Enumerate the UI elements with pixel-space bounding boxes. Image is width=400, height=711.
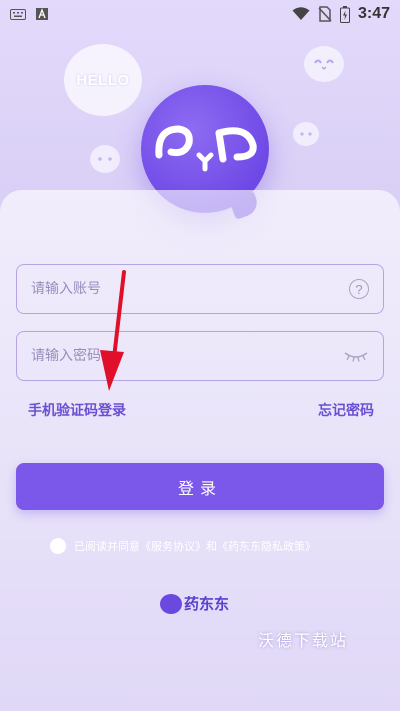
agreement-prefix: 已阅读并同意 xyxy=(74,540,140,553)
forgot-password-link[interactable]: 忘记密码 xyxy=(318,400,374,420)
hello-bubble: HELLO xyxy=(64,44,142,116)
keyboard-icon xyxy=(10,8,26,20)
password-input[interactable] xyxy=(31,348,343,364)
a-icon xyxy=(36,8,48,20)
mini-face-bubble-top-right xyxy=(304,46,344,82)
wifi-icon xyxy=(292,7,310,20)
mini-face-bubble-left xyxy=(90,145,120,173)
hello-text: HELLO xyxy=(76,71,130,89)
footer-brand: 药东东 xyxy=(160,593,229,614)
mini-face-icon xyxy=(300,132,312,136)
help-icon[interactable]: ? xyxy=(349,279,369,299)
agreement-text: 已阅读并同意《服务协议》和《药东东隐私政策》 xyxy=(74,538,316,554)
agreement-and: 和 xyxy=(206,540,217,553)
mini-face-icon xyxy=(98,157,112,161)
brand-logo-icon xyxy=(160,593,182,614)
agreement-row: 已阅读并同意《服务协议》和《药东东隐私政策》 xyxy=(50,538,316,554)
account-field[interactable]: ? xyxy=(16,264,384,314)
mini-face-bubble-right xyxy=(293,122,319,146)
password-field[interactable] xyxy=(16,331,384,381)
status-bar: 3:47 xyxy=(0,0,400,28)
eye-closed-icon[interactable] xyxy=(343,349,369,363)
login-button[interactable]: 登录 xyxy=(16,463,384,510)
watermark: 沃德下载站 xyxy=(258,631,349,650)
status-time: 3:47 xyxy=(357,5,390,22)
sms-login-link[interactable]: 手机验证码登录 xyxy=(28,400,126,420)
service-agreement-link[interactable]: 《服务协议》 xyxy=(140,540,206,553)
link-row: 手机验证码登录 忘记密码 xyxy=(28,400,374,420)
agreement-radio[interactable] xyxy=(50,538,66,554)
no-sim-icon xyxy=(318,6,332,22)
battery-icon xyxy=(339,5,350,23)
account-input[interactable] xyxy=(31,281,349,297)
footer-brand-text: 药东东 xyxy=(184,595,230,613)
status-left xyxy=(10,8,48,20)
mini-face-icon xyxy=(314,59,334,71)
privacy-policy-link[interactable]: 《药东东隐私政策》 xyxy=(217,540,316,553)
status-right: 3:47 xyxy=(292,5,390,23)
